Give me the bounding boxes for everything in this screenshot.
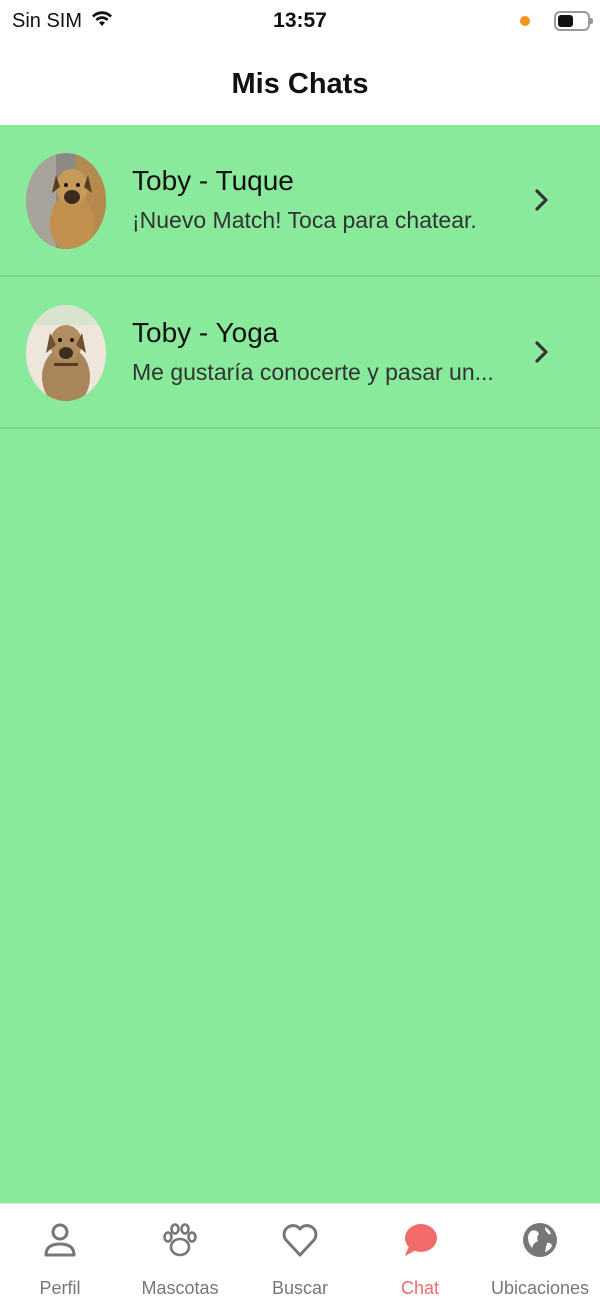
chat-row-toby-yoga[interactable]: Toby - Yoga Me gustaría conocerte y pasa…	[0, 277, 600, 429]
tab-perfil[interactable]: Perfil	[0, 1204, 120, 1299]
paw-icon	[160, 1220, 200, 1260]
tab-mascotas[interactable]: Mascotas	[120, 1204, 240, 1299]
status-time: 13:57	[273, 9, 327, 32]
page-title: Mis Chats	[231, 68, 369, 100]
recording-indicator-icon	[520, 16, 530, 26]
chat-preview: Me gustaría conocerte y pasar un...	[132, 359, 494, 385]
chevron-right-icon	[535, 341, 548, 363]
nav-header: Mis Chats	[0, 44, 600, 125]
chat-bubble-icon	[400, 1220, 440, 1260]
dog-photo-icon	[26, 153, 106, 249]
status-bar: Sin SIM 13:57	[0, 0, 600, 44]
tab-ubicaciones[interactable]: Ubicaciones	[480, 1204, 600, 1299]
dog-photo-icon	[26, 305, 106, 401]
chat-name: Toby - Yoga	[132, 317, 279, 348]
tab-label: Buscar	[271, 1278, 329, 1298]
tab-label: Mascotas	[141, 1278, 219, 1298]
avatar	[26, 305, 106, 401]
chat-row-toby-tuque[interactable]: Toby - Tuque ¡Nuevo Match! Toca para cha…	[0, 125, 600, 277]
chat-preview: ¡Nuevo Match! Toca para chatear.	[132, 207, 477, 233]
tab-chat[interactable]: Chat	[360, 1204, 480, 1299]
chat-list: Toby - Tuque ¡Nuevo Match! Toca para cha…	[0, 125, 600, 1203]
tab-label: Perfil	[39, 1278, 81, 1298]
battery-icon	[554, 11, 593, 31]
tab-buscar[interactable]: Buscar	[240, 1204, 360, 1299]
person-icon	[40, 1220, 80, 1260]
status-right	[520, 8, 593, 34]
avatar	[26, 153, 106, 249]
tab-label: Chat	[400, 1278, 440, 1298]
tab-bar: Perfil Mascotas Buscar Chat Ubicaciones	[0, 1203, 600, 1299]
battery-level	[558, 15, 573, 27]
tab-label: Ubicaciones	[490, 1278, 590, 1298]
heart-icon	[280, 1220, 320, 1260]
globe-icon	[520, 1220, 560, 1260]
chevron-right-icon	[535, 189, 548, 211]
chat-name: Toby - Tuque	[132, 165, 294, 196]
